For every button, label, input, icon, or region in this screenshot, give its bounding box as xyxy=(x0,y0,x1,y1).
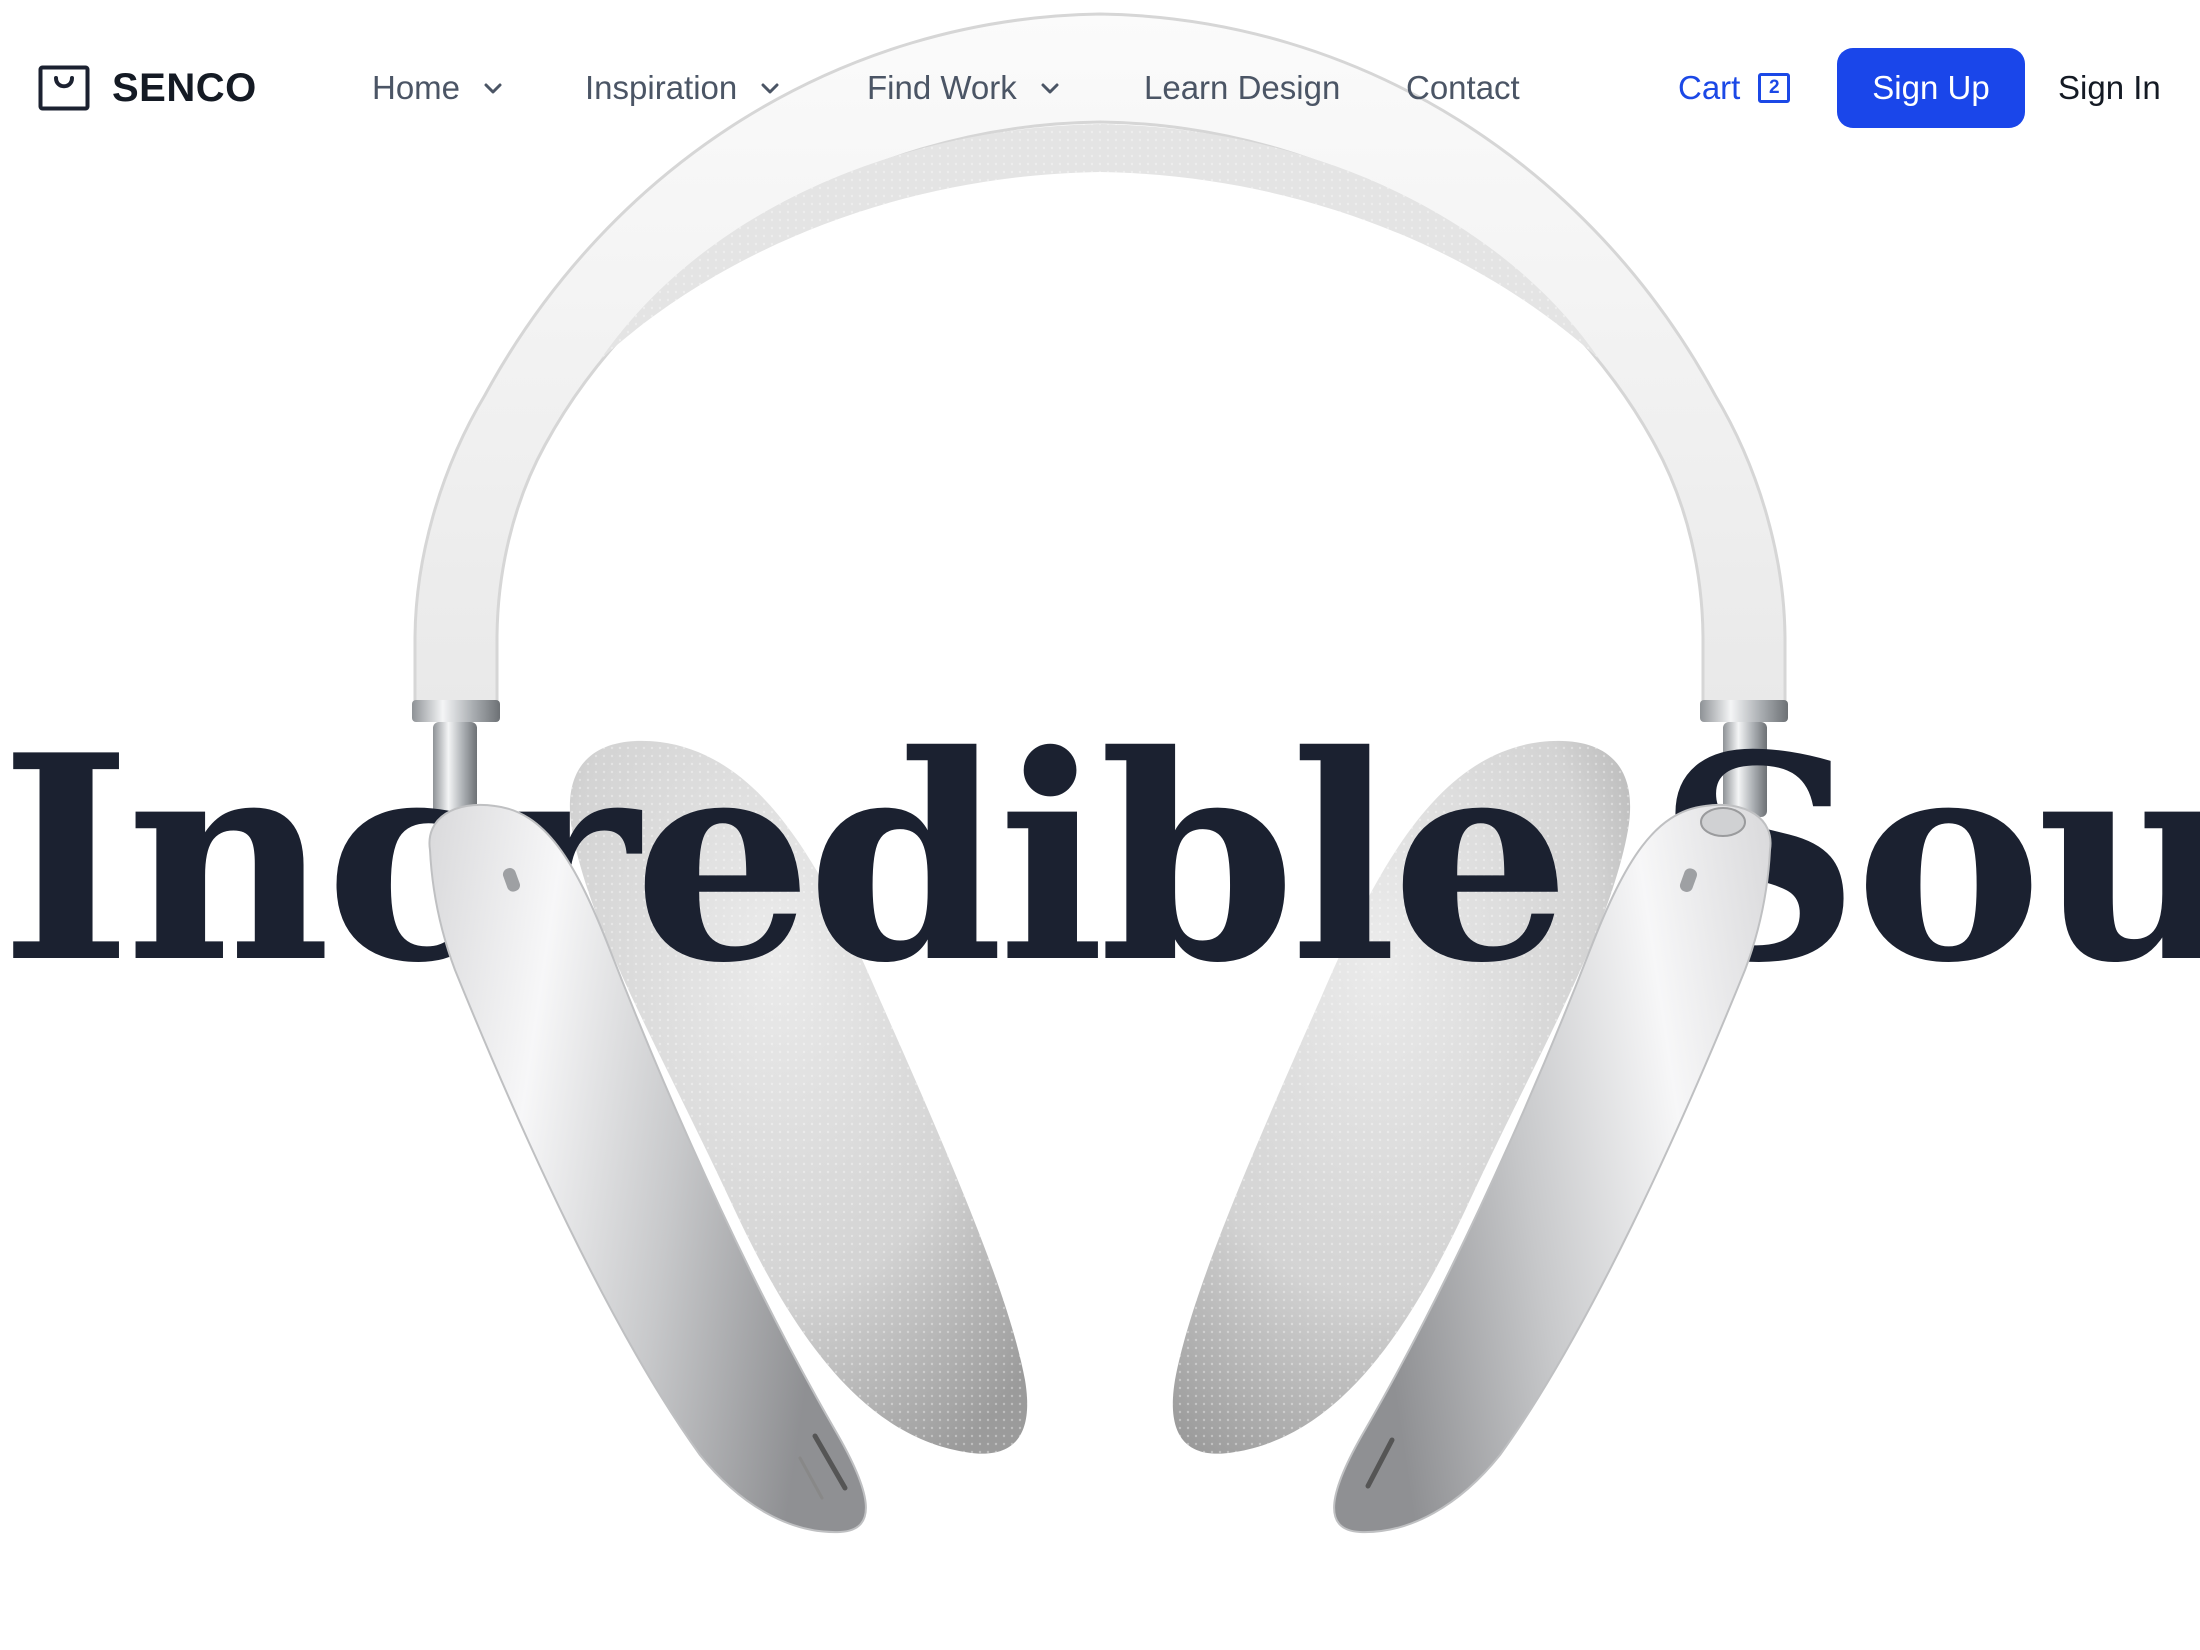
chevron-down-icon xyxy=(761,83,779,94)
brand-name: SENCO xyxy=(112,65,257,110)
top-navigation: SENCO Home Inspiration Find Work Learn D… xyxy=(0,0,2200,176)
nav-item-label: Contact xyxy=(1406,69,1520,106)
cart-count-badge: 2 xyxy=(1758,73,1791,103)
shopping-bag-icon xyxy=(38,65,90,111)
sign-in-link[interactable]: Sign In xyxy=(2058,64,2161,112)
nav-item-label: Find Work xyxy=(867,69,1017,106)
nav-item-learn-design[interactable]: Learn Design xyxy=(1144,64,1340,112)
nav-item-inspiration[interactable]: Inspiration xyxy=(585,64,783,112)
nav-item-label: Learn Design xyxy=(1144,69,1341,106)
cart-label: Cart xyxy=(1678,69,1741,106)
chevron-down-icon xyxy=(1041,83,1059,94)
headphones-ear-cups xyxy=(428,803,1772,1534)
brand-logo[interactable]: SENCO xyxy=(38,62,257,114)
nav-item-contact[interactable]: Contact xyxy=(1406,64,1520,112)
sign-up-button[interactable]: Sign Up xyxy=(1837,48,2025,128)
nav-item-home[interactable]: Home xyxy=(372,64,506,112)
nav-item-label: Inspiration xyxy=(585,69,738,106)
landing-page: Incredible Sound xyxy=(0,0,2200,1650)
nav-item-find-work[interactable]: Find Work xyxy=(867,64,1063,112)
cart-link[interactable]: Cart 2 xyxy=(1678,64,1791,112)
nav-item-label: Home xyxy=(372,69,461,106)
chevron-down-icon xyxy=(484,83,502,94)
